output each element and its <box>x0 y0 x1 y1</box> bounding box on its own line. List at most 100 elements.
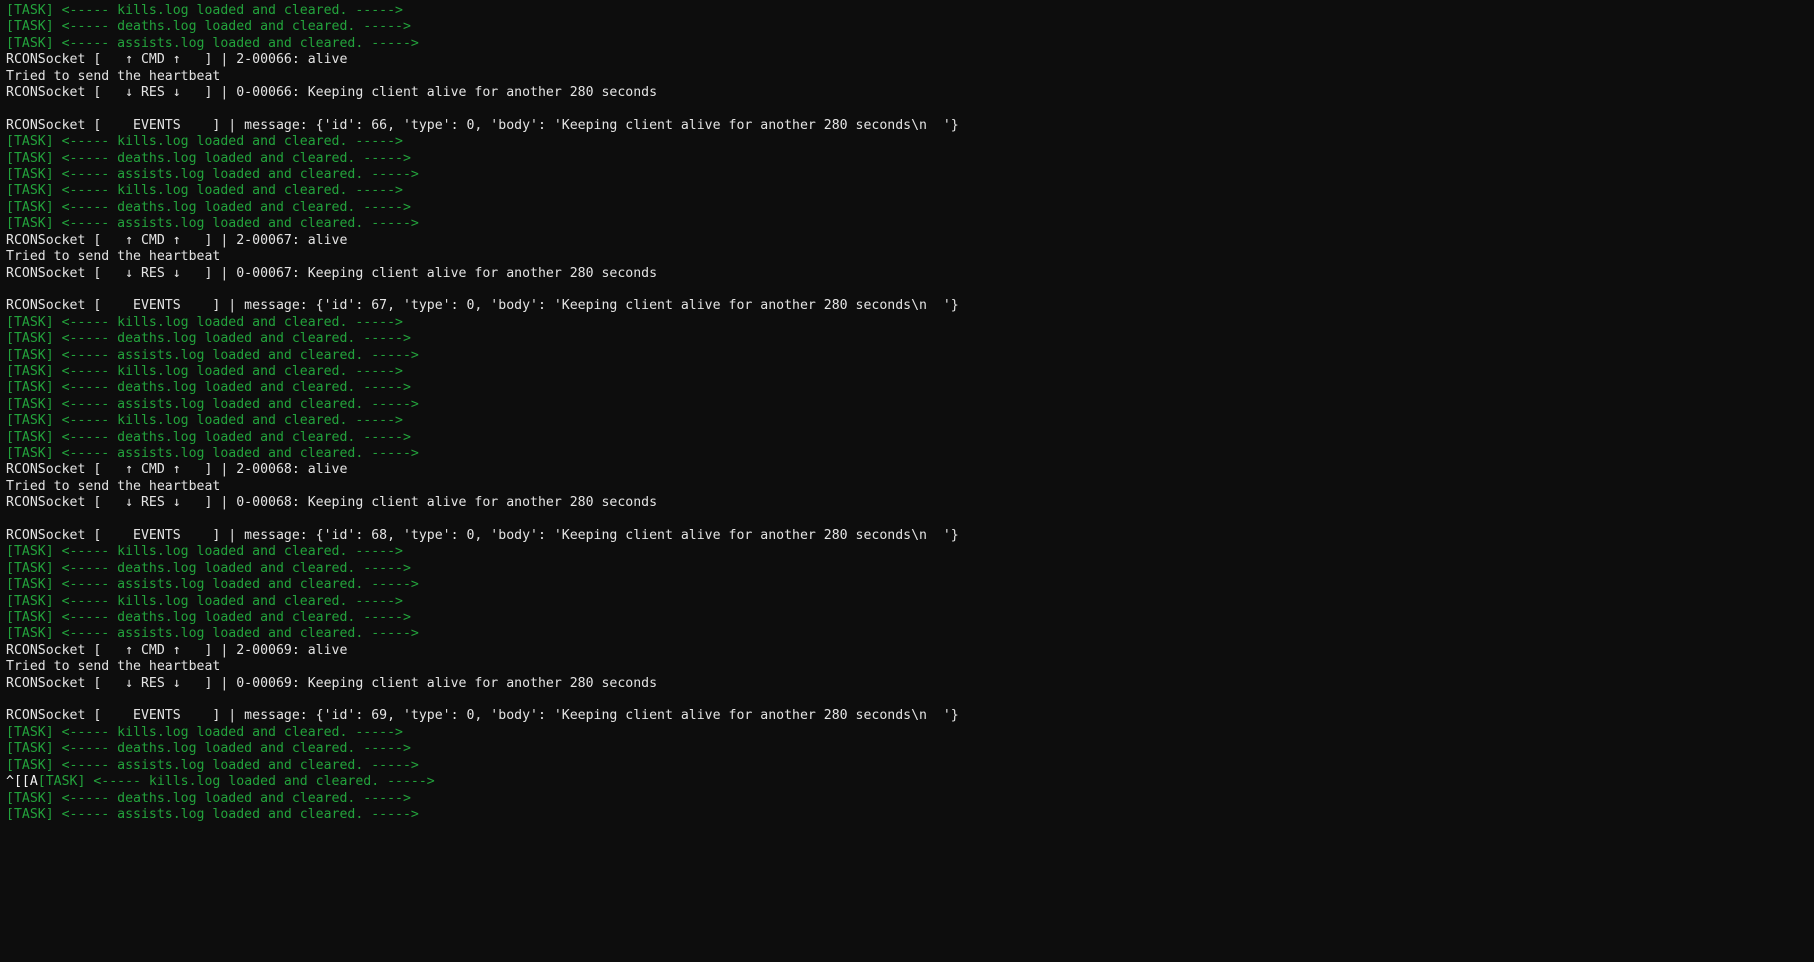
log-line-task: [TASK] <----- deaths.log loaded and clea… <box>6 331 1814 347</box>
log-line-task: [TASK] <----- deaths.log loaded and clea… <box>6 610 1814 626</box>
log-line-task: [TASK] <----- assists.log loaded and cle… <box>6 348 1814 364</box>
log-line-rcon: RCONSocket [ EVENTS ] | message: {'id': … <box>6 708 1814 724</box>
log-line-blank <box>6 101 1814 117</box>
log-line-rcon: Tried to send the heartbeat <box>6 249 1814 265</box>
rcon-message: Tried to send the heartbeat <box>6 249 221 265</box>
log-line-rcon: RCONSocket [ ↑ CMD ↑ ] | 2-00068: alive <box>6 462 1814 478</box>
log-line-task: [TASK] <----- deaths.log loaded and clea… <box>6 561 1814 577</box>
rcon-message: RCONSocket [ EVENTS ] | message: {'id': … <box>6 298 959 314</box>
task-message: [TASK] <----- kills.log loaded and clear… <box>6 593 403 609</box>
log-line-rcon: RCONSocket [ EVENTS ] | message: {'id': … <box>6 298 1814 314</box>
log-line-task: [TASK] <----- kills.log loaded and clear… <box>6 544 1814 560</box>
task-message: [TASK] <----- kills.log loaded and clear… <box>6 3 403 18</box>
log-line-rcon: RCONSocket [ ↑ CMD ↑ ] | 2-00067: alive <box>6 233 1814 249</box>
task-message: [TASK] <----- kills.log loaded and clear… <box>6 183 403 199</box>
log-line-blank <box>6 512 1814 528</box>
task-message: [TASK] <----- kills.log loaded and clear… <box>6 363 403 379</box>
rcon-message: RCONSocket [ ↓ RES ↓ ] | 0-00069: Keepin… <box>6 675 658 691</box>
rcon-message: RCONSocket [ ↑ CMD ↑ ] | 2-00066: alive <box>6 52 348 68</box>
task-message: [TASK] <----- kills.log loaded and clear… <box>6 134 403 150</box>
rcon-message: RCONSocket [ ↓ RES ↓ ] | 0-00068: Keepin… <box>6 495 658 511</box>
log-line-rcon: RCONSocket [ EVENTS ] | message: {'id': … <box>6 118 1814 134</box>
log-line-task: [TASK] <----- assists.log loaded and cle… <box>6 397 1814 413</box>
log-line-task: [TASK] <----- deaths.log loaded and clea… <box>6 151 1814 167</box>
task-message: [TASK] <----- assists.log loaded and cle… <box>6 216 419 232</box>
log-line-task: [TASK] <----- assists.log loaded and cle… <box>6 807 1814 823</box>
blank-spacer <box>6 512 14 527</box>
task-message: [TASK] <----- assists.log loaded and cle… <box>6 396 419 412</box>
log-line-task: [TASK] <----- assists.log loaded and cle… <box>6 36 1814 52</box>
log-line-task: [TASK] <----- deaths.log loaded and clea… <box>6 791 1814 807</box>
log-line-task: [TASK] <----- assists.log loaded and cle… <box>6 758 1814 774</box>
task-message: [TASK] <----- kills.log loaded and clear… <box>6 544 403 560</box>
log-line-task: [TASK] <----- kills.log loaded and clear… <box>6 594 1814 610</box>
rcon-message: Tried to send the heartbeat <box>6 68 221 84</box>
log-line-task: [TASK] <----- assists.log loaded and cle… <box>6 216 1814 232</box>
log-line-task: [TASK] <----- assists.log loaded and cle… <box>6 446 1814 462</box>
task-message: [TASK] <----- assists.log loaded and cle… <box>6 626 419 642</box>
log-line-task: [TASK] <----- deaths.log loaded and clea… <box>6 741 1814 757</box>
task-message: [TASK] <----- assists.log loaded and cle… <box>6 757 419 773</box>
terminal-output-pane[interactable]: [TASK] <----- kills.log loaded and clear… <box>0 0 1814 962</box>
task-message: [TASK] <----- kills.log loaded and clear… <box>6 724 403 740</box>
blank-spacer <box>6 282 14 297</box>
log-line-task: [TASK] <----- assists.log loaded and cle… <box>6 626 1814 642</box>
task-message: [TASK] <----- deaths.log loaded and clea… <box>6 199 411 215</box>
rcon-message: RCONSocket [ EVENTS ] | message: {'id': … <box>6 708 959 724</box>
log-line-task: [TASK] <----- kills.log loaded and clear… <box>6 364 1814 380</box>
ansi-escape-sequence: ^[[A <box>6 774 38 790</box>
log-line-rcon: Tried to send the heartbeat <box>6 659 1814 675</box>
rcon-message: Tried to send the heartbeat <box>6 478 221 494</box>
log-line-blank <box>6 282 1814 298</box>
log-line-rcon: Tried to send the heartbeat <box>6 479 1814 495</box>
log-line-blank <box>6 692 1814 708</box>
log-line-task: [TASK] <----- kills.log loaded and clear… <box>6 134 1814 150</box>
log-line-rcon: RCONSocket [ ↓ RES ↓ ] | 0-00066: Keepin… <box>6 85 1814 101</box>
log-line-rcon: RCONSocket [ ↓ RES ↓ ] | 0-00068: Keepin… <box>6 495 1814 511</box>
task-message: [TASK] <----- deaths.log loaded and clea… <box>6 150 411 166</box>
log-line-task: [TASK] <----- kills.log loaded and clear… <box>6 183 1814 199</box>
log-line-task: [TASK] <----- deaths.log loaded and clea… <box>6 380 1814 396</box>
task-message: [TASK] <----- kills.log loaded and clear… <box>6 314 403 330</box>
task-message: [TASK] <----- deaths.log loaded and clea… <box>6 331 411 347</box>
log-line-rcon: RCONSocket [ ↑ CMD ↑ ] | 2-00069: alive <box>6 643 1814 659</box>
log-line-task: [TASK] <----- deaths.log loaded and clea… <box>6 200 1814 216</box>
log-line-task: [TASK] <----- deaths.log loaded and clea… <box>6 430 1814 446</box>
log-line-rcon: RCONSocket [ ↓ RES ↓ ] | 0-00067: Keepin… <box>6 266 1814 282</box>
rcon-message: RCONSocket [ ↑ CMD ↑ ] | 2-00068: alive <box>6 462 348 478</box>
log-line-task: [TASK] <----- assists.log loaded and cle… <box>6 577 1814 593</box>
rcon-message: RCONSocket [ ↓ RES ↓ ] | 0-00067: Keepin… <box>6 265 658 281</box>
task-message: [TASK] <----- deaths.log loaded and clea… <box>6 19 411 35</box>
rcon-message: RCONSocket [ ↓ RES ↓ ] | 0-00066: Keepin… <box>6 85 658 101</box>
log-line-rcon: RCONSocket [ EVENTS ] | message: {'id': … <box>6 528 1814 544</box>
task-message: [TASK] <----- deaths.log loaded and clea… <box>6 429 411 445</box>
log-line-task: [TASK] <----- assists.log loaded and cle… <box>6 167 1814 183</box>
task-message: [TASK] <----- assists.log loaded and cle… <box>6 347 419 363</box>
blank-spacer <box>6 692 14 707</box>
blank-spacer <box>6 101 14 116</box>
task-message: [TASK] <----- deaths.log loaded and clea… <box>6 790 411 806</box>
log-line-task: [TASK] <----- kills.log loaded and clear… <box>6 413 1814 429</box>
task-message: [TASK] <----- kills.log loaded and clear… <box>6 413 403 429</box>
log-line-escape-task: ^[[A[TASK] <----- kills.log loaded and c… <box>6 774 1814 790</box>
rcon-message: RCONSocket [ EVENTS ] | message: {'id': … <box>6 528 959 543</box>
task-message: [TASK] <----- deaths.log loaded and clea… <box>6 560 411 576</box>
rcon-message: RCONSocket [ ↑ CMD ↑ ] | 2-00067: alive <box>6 232 348 248</box>
rcon-message: RCONSocket [ EVENTS ] | message: {'id': … <box>6 117 959 133</box>
task-message: [TASK] <----- assists.log loaded and cle… <box>6 806 419 822</box>
log-line-task: [TASK] <----- kills.log loaded and clear… <box>6 315 1814 331</box>
task-message: [TASK] <----- assists.log loaded and cle… <box>6 577 419 593</box>
task-message: [TASK] <----- kills.log loaded and clear… <box>37 774 435 790</box>
log-line-rcon: Tried to send the heartbeat <box>6 69 1814 85</box>
task-message: [TASK] <----- deaths.log loaded and clea… <box>6 380 411 396</box>
log-line-rcon: RCONSocket [ ↓ RES ↓ ] | 0-00069: Keepin… <box>6 676 1814 692</box>
task-message: [TASK] <----- deaths.log loaded and clea… <box>6 741 411 757</box>
rcon-message: RCONSocket [ ↑ CMD ↑ ] | 2-00069: alive <box>6 642 348 658</box>
task-message: [TASK] <----- assists.log loaded and cle… <box>6 167 419 183</box>
log-line-rcon: RCONSocket [ ↑ CMD ↑ ] | 2-00066: alive <box>6 52 1814 68</box>
task-message: [TASK] <----- deaths.log loaded and clea… <box>6 610 411 626</box>
log-line-task: [TASK] <----- kills.log loaded and clear… <box>6 725 1814 741</box>
rcon-message: Tried to send the heartbeat <box>6 659 221 675</box>
task-message: [TASK] <----- assists.log loaded and cle… <box>6 35 419 51</box>
task-message: [TASK] <----- assists.log loaded and cle… <box>6 445 419 461</box>
